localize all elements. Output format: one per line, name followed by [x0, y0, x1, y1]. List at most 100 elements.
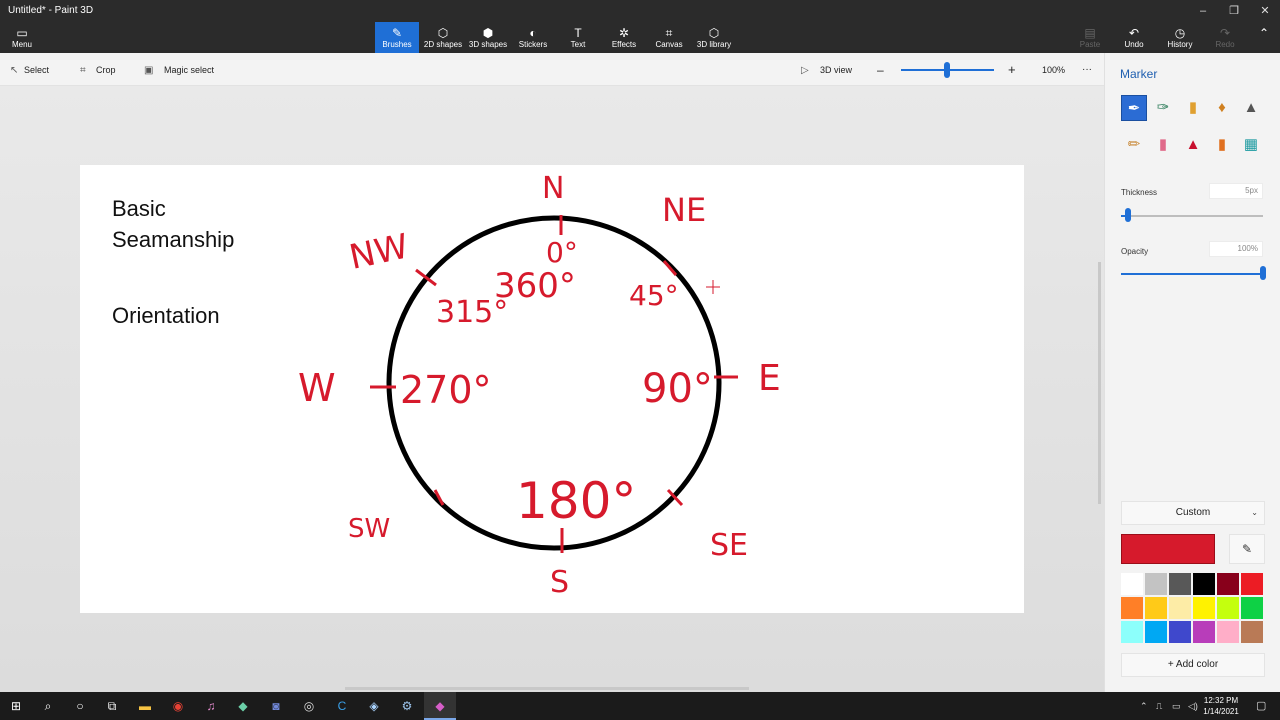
tab-stickers[interactable]: ◐ Stickers: [511, 22, 555, 53]
windows-start-icon[interactable]: ⊞: [0, 692, 32, 720]
notes-app-icon[interactable]: ◆: [227, 692, 259, 720]
obs-icon[interactable]: ◎: [293, 692, 325, 720]
collapse-ribbon-button[interactable]: ⌃: [1252, 22, 1276, 53]
palette-swatch[interactable]: [1217, 573, 1239, 595]
compass-east: E: [758, 358, 781, 399]
notifications-icon[interactable]: ▢: [1256, 692, 1266, 720]
network-icon[interactable]: ⎍: [1156, 692, 1162, 720]
redo-button[interactable]: ↷ Redo: [1209, 22, 1241, 53]
oil-brush[interactable]: ▮: [1180, 95, 1206, 121]
history-icon: ◷: [1174, 26, 1186, 40]
palette-swatch[interactable]: [1169, 597, 1191, 619]
tool-options-bar: ↖ Select ⌗ Crop ▣ Magic select ▷ 3D view – +…: [0, 53, 1104, 86]
crayon-brush[interactable]: ▲: [1180, 132, 1206, 158]
undo-icon: ↶: [1128, 26, 1140, 40]
3d-view-icon: ▷: [801, 65, 809, 76]
zoom-in-button[interactable]: +: [1008, 63, 1016, 77]
redo-icon: ↷: [1219, 26, 1231, 40]
vertical-scrollbar[interactable]: [1098, 262, 1101, 504]
discord-icon[interactable]: ◙: [260, 692, 292, 720]
thickness-input[interactable]: 5px: [1209, 183, 1263, 199]
close-button[interactable]: ✕: [1250, 0, 1280, 22]
opacity-input[interactable]: 100%: [1209, 241, 1263, 257]
steam-icon[interactable]: ⚙: [391, 692, 423, 720]
pencil-brush[interactable]: ✏: [1121, 132, 1147, 158]
color-mode-dropdown[interactable]: Custom ⌄: [1121, 501, 1265, 525]
2d-shapes-icon: ⬡: [437, 26, 449, 40]
maximize-button[interactable]: ❐: [1219, 0, 1249, 22]
tab-2d-shapes[interactable]: ⬡ 2D shapes: [421, 22, 465, 53]
select-tool[interactable]: ↖ Select: [10, 63, 49, 77]
horizontal-scrollbar[interactable]: [345, 687, 749, 690]
text-icon: T: [574, 26, 582, 40]
brush-icon: ✎: [391, 26, 403, 40]
compass-south: S: [550, 565, 569, 600]
chrome-icon[interactable]: ◉: [162, 692, 194, 720]
thickness-slider-track[interactable]: [1121, 215, 1263, 217]
magic-select-tool[interactable]: ▣ Magic select: [144, 63, 214, 77]
minimize-button[interactable]: –: [1188, 0, 1218, 22]
edge-icon[interactable]: C: [326, 692, 358, 720]
task-view-icon[interactable]: ⧉: [96, 692, 128, 720]
tray-overflow-icon[interactable]: ⌃: [1140, 692, 1148, 720]
palette-swatch[interactable]: [1193, 621, 1215, 643]
eraser-brush[interactable]: ▮: [1150, 132, 1176, 158]
file-explorer-icon[interactable]: ▬: [129, 692, 161, 720]
calligraphy-pen-brush[interactable]: ✑: [1150, 95, 1176, 121]
more-options-button[interactable]: ···: [1082, 63, 1092, 77]
add-color-button[interactable]: + Add color: [1121, 653, 1265, 677]
history-button[interactable]: ◷ History: [1162, 22, 1198, 53]
cortana-icon[interactable]: ○: [64, 692, 96, 720]
palette-swatch[interactable]: [1217, 621, 1239, 643]
current-color-swatch[interactable]: [1121, 534, 1215, 564]
menu-icon: ▭: [16, 26, 28, 40]
paint-3d-taskbar-icon[interactable]: ◆: [424, 692, 456, 720]
tab-3d-shapes[interactable]: ⬢ 3D shapes: [466, 22, 510, 53]
music-app-icon[interactable]: ♫: [195, 692, 227, 720]
palette-swatch[interactable]: [1145, 597, 1167, 619]
fill-bucket-brush[interactable]: ▦: [1238, 132, 1264, 158]
vpn-app-icon[interactable]: ◈: [358, 692, 390, 720]
zoom-out-button[interactable]: –: [877, 63, 884, 77]
eyedropper-icon[interactable]: ✎: [1229, 534, 1265, 564]
palette-swatch[interactable]: [1217, 597, 1239, 619]
crop-tool[interactable]: ⌗ Crop: [80, 63, 116, 77]
thickness-slider-thumb[interactable]: [1125, 208, 1132, 222]
tab-canvas[interactable]: ⌗ Canvas: [647, 22, 691, 53]
palette-swatch[interactable]: [1241, 597, 1263, 619]
palette-swatch[interactable]: [1193, 573, 1215, 595]
title-bar: Untitled* - Paint 3D – ❐ ✕: [0, 0, 1280, 22]
palette-swatch[interactable]: [1241, 573, 1263, 595]
tab-brushes[interactable]: ✎ Brushes: [375, 22, 419, 53]
canvas-icon: ⌗: [665, 26, 673, 40]
zoom-slider-thumb[interactable]: [944, 62, 950, 78]
palette-swatch[interactable]: [1121, 597, 1143, 619]
tab-text[interactable]: T Text: [556, 22, 600, 53]
taskbar-clock[interactable]: 12:32 PM 1/14/2021: [1196, 695, 1246, 717]
palette-swatch[interactable]: [1121, 573, 1143, 595]
opacity-slider-thumb[interactable]: [1260, 266, 1266, 280]
pixel-pen-brush[interactable]: ▲: [1238, 95, 1264, 121]
compass-northeast: NE: [662, 191, 706, 229]
watercolor-brush[interactable]: ♦: [1209, 95, 1235, 121]
palette-swatch[interactable]: [1145, 621, 1167, 643]
drawing-canvas[interactable]: Basic Seamanship Orientation N NE E SE S…: [80, 165, 1024, 613]
spray-can-brush[interactable]: ▮: [1209, 132, 1235, 158]
battery-icon[interactable]: ▭: [1172, 692, 1181, 720]
compass-drawing: N NE E SE S SW W NW 0° 360° 45° 90° 180°…: [298, 171, 781, 600]
opacity-label: Opacity: [1121, 247, 1149, 256]
palette-swatch[interactable]: [1145, 573, 1167, 595]
undo-button[interactable]: ↶ Undo: [1118, 22, 1150, 53]
menu-button[interactable]: ▭ Menu: [4, 22, 40, 53]
palette-swatch[interactable]: [1241, 621, 1263, 643]
3d-view-toggle[interactable]: ▷ 3D view: [801, 63, 852, 77]
marker-brush[interactable]: ✒: [1121, 95, 1147, 121]
palette-swatch[interactable]: [1169, 573, 1191, 595]
palette-swatch[interactable]: [1121, 621, 1143, 643]
search-icon[interactable]: ⌕: [32, 692, 64, 720]
paste-button[interactable]: ▤ Paste: [1074, 22, 1106, 53]
palette-swatch[interactable]: [1169, 621, 1191, 643]
tab-3d-library[interactable]: ⬡ 3D library: [692, 22, 736, 53]
palette-swatch[interactable]: [1193, 597, 1215, 619]
tab-effects[interactable]: ✲ Effects: [602, 22, 646, 53]
